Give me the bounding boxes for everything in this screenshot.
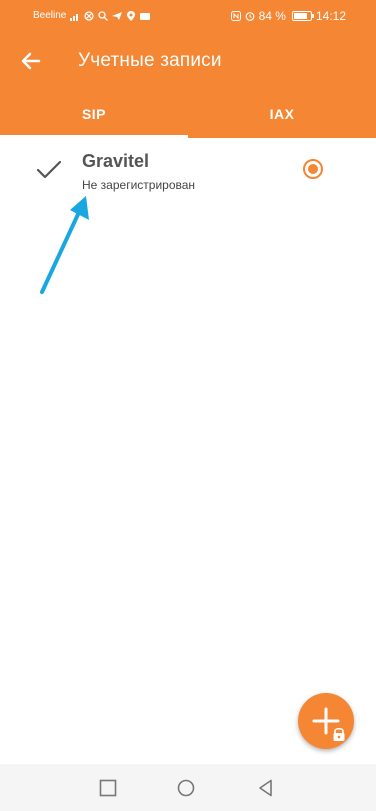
account-status: Не зарегистрирован: [82, 178, 196, 192]
tab-sip[interactable]: SIP: [0, 90, 188, 138]
app-bar: Учетные записи: [0, 32, 376, 90]
search-icon: [98, 10, 109, 21]
checkmark-icon: [36, 160, 62, 179]
no-sim-icon: [84, 10, 94, 21]
page-title: Учетные записи: [78, 50, 222, 71]
alarm-icon: [245, 12, 254, 21]
tab-indicator: [0, 135, 188, 138]
account-name: Gravitel: [82, 151, 150, 171]
battery-icon: [291, 11, 314, 21]
nfc-icon: [230, 11, 241, 21]
battery-fill: [293, 13, 308, 19]
tab-iax[interactable]: IAX: [188, 90, 376, 138]
back-triangle-icon[interactable]: [256, 778, 276, 798]
telegram-icon: [112, 11, 123, 20]
lock-icon: [333, 727, 345, 741]
default-account-radio[interactable]: [303, 159, 323, 179]
system-nav-bar: [0, 764, 376, 811]
tab-bar: SIP IAX: [0, 90, 376, 138]
back-button[interactable]: [14, 44, 48, 78]
home-circle-icon[interactable]: [176, 778, 196, 798]
location-icon: [127, 10, 136, 21]
message-icon: [140, 12, 151, 20]
status-bar: Beeline 84 % 14:12: [0, 0, 376, 32]
arrow-left-icon: [21, 52, 41, 70]
annotation-arrow-icon: [40, 196, 89, 294]
radio-dot: [308, 164, 318, 174]
recent-square-icon[interactable]: [98, 778, 118, 798]
battery-percent: 84 %: [258, 9, 286, 23]
add-account-button[interactable]: [298, 693, 354, 749]
account-row[interactable]: Gravitel Не зарегистрирован: [0, 142, 376, 202]
status-left: Beeline: [33, 10, 151, 21]
status-right: 84 % 14:12: [230, 9, 346, 23]
clock: 14:12: [315, 9, 346, 23]
carrier-name: Beeline: [33, 10, 67, 21]
signal-icon: [70, 13, 79, 21]
